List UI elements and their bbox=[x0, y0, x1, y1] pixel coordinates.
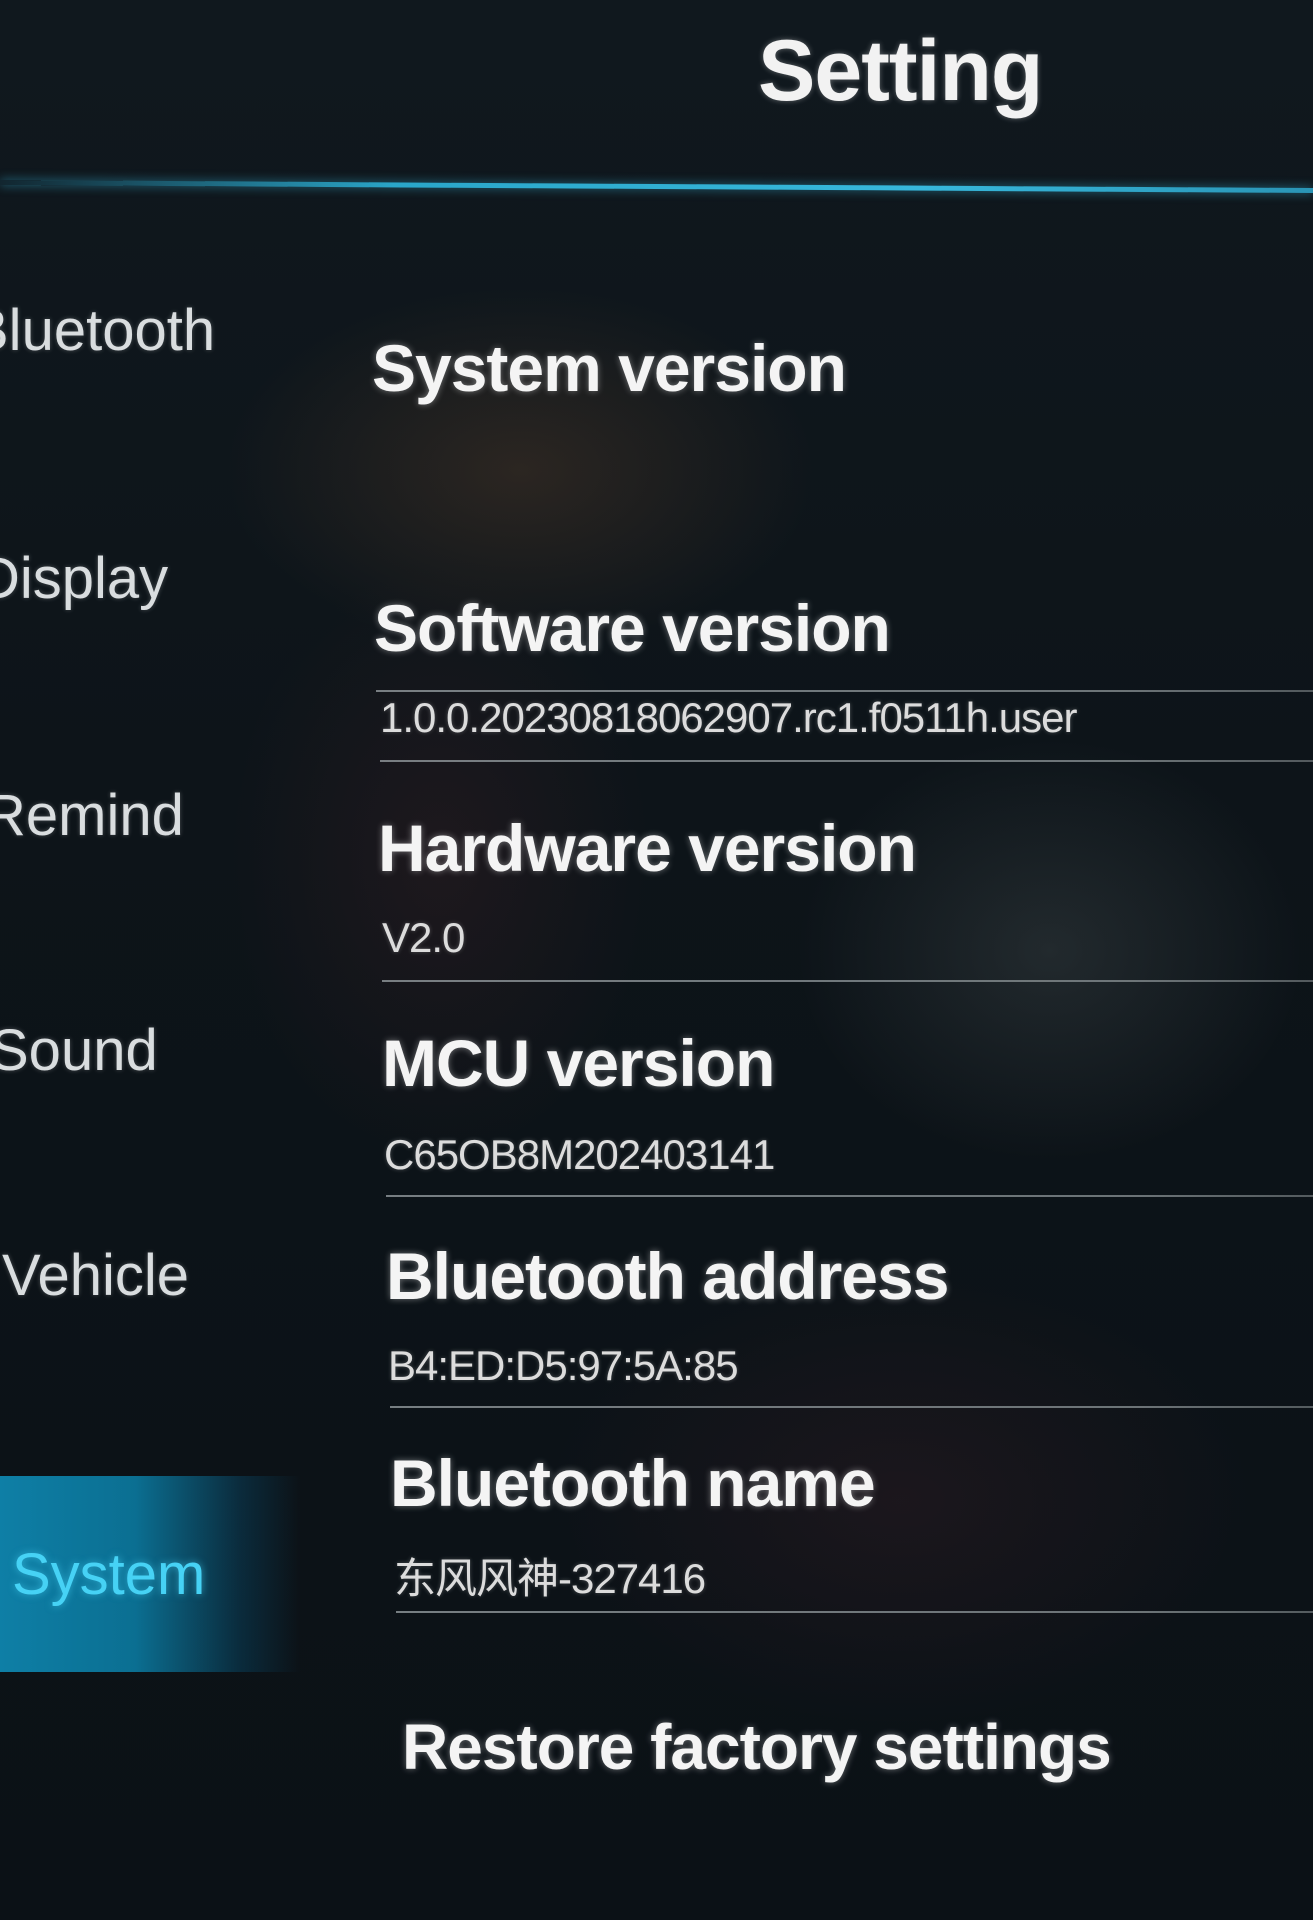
row-divider bbox=[380, 760, 1313, 762]
sidebar-item-vehicle[interactable]: Vehicle bbox=[2, 1215, 282, 1335]
sidebar-item-bluetooth[interactable]: Bluetooth bbox=[0, 270, 250, 390]
settings-screen: Setting Bluetooth Display Remind Sound V… bbox=[0, 0, 1313, 1920]
bluetooth-address-row[interactable]: Bluetooth address B4:ED:D5:97:5A:85 bbox=[370, 1238, 1313, 1418]
sidebar-item-label: Display bbox=[0, 545, 169, 611]
software-version-value: 1.0.0.20230818062907.rc1.f0511h.user bbox=[380, 694, 1077, 741]
bluetooth-address-title: Bluetooth address bbox=[386, 1239, 949, 1313]
sidebar-item-sound[interactable]: Sound bbox=[0, 990, 270, 1110]
row-divider bbox=[390, 1406, 1313, 1408]
system-version-title: System version bbox=[372, 331, 847, 405]
hardware-version-value: V2.0 bbox=[382, 914, 465, 961]
restore-factory-settings-button[interactable]: Restore factory settings bbox=[402, 1710, 1112, 1784]
hardware-version-title: Hardware version bbox=[378, 811, 917, 885]
sidebar-item-label: Sound bbox=[0, 1017, 158, 1083]
bluetooth-address-value: B4:ED:D5:97:5A:85 bbox=[388, 1342, 739, 1389]
row-divider bbox=[396, 1611, 1313, 1613]
sidebar-item-display[interactable]: Display bbox=[0, 518, 258, 638]
software-version-row[interactable]: Software version 1.0.0.20230818062907.rc… bbox=[370, 590, 1313, 770]
sidebar-item-system[interactable]: System bbox=[0, 1476, 300, 1672]
sidebar-item-label: System bbox=[12, 1541, 206, 1607]
header: Setting bbox=[0, 0, 1313, 194]
sidebar-item-label: Remind bbox=[0, 782, 184, 848]
sidebar-item-label: Bluetooth bbox=[0, 297, 216, 363]
row-divider bbox=[386, 1195, 1313, 1197]
mcu-version-value: C65OB8M202403141 bbox=[384, 1131, 775, 1178]
software-version-title: Software version bbox=[374, 591, 891, 665]
sidebar-item-label: Vehicle bbox=[2, 1242, 190, 1308]
sidebar-item-remind[interactable]: Remind bbox=[0, 755, 264, 875]
mcu-version-row[interactable]: MCU version C65OB8M202403141 bbox=[370, 1025, 1313, 1205]
bluetooth-name-value: 东风风神-327416 bbox=[394, 1555, 706, 1602]
page-title: Setting bbox=[758, 23, 1043, 119]
sidebar: Bluetooth Display Remind Sound Vehicle S… bbox=[0, 190, 300, 1690]
system-info-panel: System version Software version 1.0.0.20… bbox=[370, 190, 1313, 1890]
bluetooth-name-title: Bluetooth name bbox=[390, 1446, 876, 1520]
mcu-version-title: MCU version bbox=[382, 1026, 775, 1100]
row-divider bbox=[382, 980, 1313, 982]
bluetooth-name-row[interactable]: Bluetooth name 东风风神-327416 bbox=[370, 1445, 1313, 1625]
system-version-row[interactable]: System version bbox=[370, 330, 1313, 692]
hardware-version-row[interactable]: Hardware version V2.0 bbox=[370, 810, 1313, 990]
